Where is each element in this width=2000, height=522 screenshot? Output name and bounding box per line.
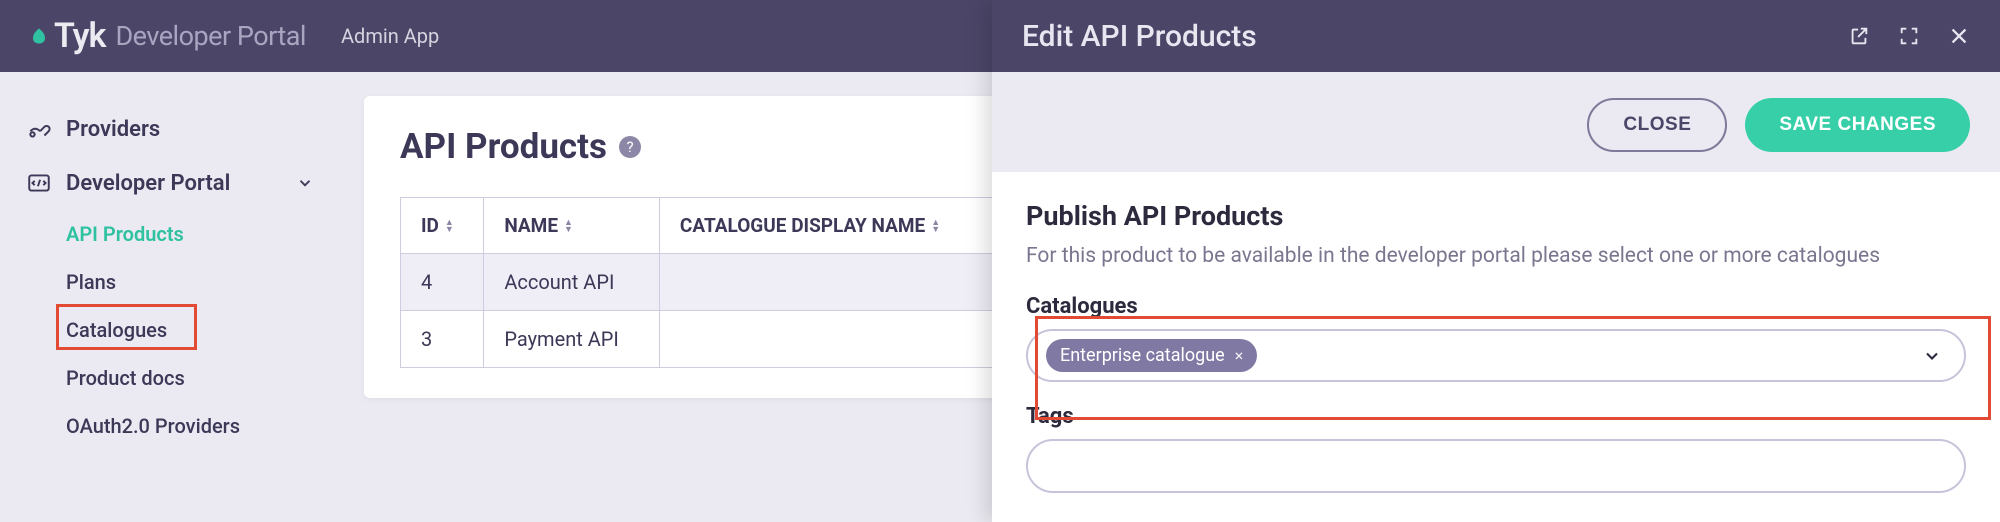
sidebar: Providers Developer Portal API Products … xyxy=(0,72,340,522)
sidebar-sub-api-products[interactable]: API Products xyxy=(0,210,340,258)
sort-icon: ▲▼ xyxy=(931,220,940,234)
cell-catalogue-display xyxy=(659,254,999,311)
chevron-down-icon[interactable] xyxy=(1922,346,1942,366)
col-id-label: ID xyxy=(421,214,439,237)
cell-name: Account API xyxy=(484,254,660,311)
sidebar-sub-plans[interactable]: Plans xyxy=(0,258,340,306)
leaf-icon xyxy=(30,27,48,45)
cell-id: 4 xyxy=(401,254,484,311)
sidebar-api-products-label: API Products xyxy=(66,222,184,246)
sidebar-developer-portal-label: Developer Portal xyxy=(66,171,230,196)
sidebar-product-docs-label: Product docs xyxy=(66,366,185,390)
col-name-label: NAME xyxy=(504,214,558,237)
close-button[interactable]: CLOSE xyxy=(1587,98,1727,152)
drawer-title: Edit API Products xyxy=(1022,19,1257,54)
page-title: API Products xyxy=(400,126,607,167)
expand-icon[interactable] xyxy=(1898,25,1920,47)
sidebar-sub-catalogues[interactable]: Catalogues xyxy=(0,306,340,354)
close-icon[interactable] xyxy=(1948,25,1970,47)
api-products-table: ID ▲▼ NAME ▲▼ CATALOGUE DISPLAY NAME ▲▼ 4 A… xyxy=(400,197,1000,368)
providers-icon xyxy=(26,116,52,142)
cell-catalogue-display xyxy=(659,311,999,368)
admin-app-label[interactable]: Admin App xyxy=(341,24,439,48)
sidebar-providers-label: Providers xyxy=(66,117,160,142)
sidebar-item-developer-portal[interactable]: Developer Portal xyxy=(0,156,340,210)
drawer-header: Edit API Products xyxy=(992,0,2000,72)
brand-logo[interactable]: Tyk Developer Portal xyxy=(30,16,306,56)
sidebar-plans-label: Plans xyxy=(66,270,116,294)
edit-drawer: Edit API Products CLOSE SAVE CHANGES Pub… xyxy=(992,0,2000,522)
sidebar-oauth-label: OAuth2.0 Providers xyxy=(66,414,240,438)
publish-section-title: Publish API Products xyxy=(1026,200,1966,232)
brand-main: Tyk xyxy=(54,16,105,56)
col-catdisp-label: CATALOGUE DISPLAY NAME xyxy=(680,214,925,237)
catalogue-chip: Enterprise catalogue × xyxy=(1046,339,1257,372)
col-header-catalogue-display[interactable]: CATALOGUE DISPLAY NAME ▲▼ xyxy=(659,198,999,254)
help-icon[interactable]: ? xyxy=(619,136,641,158)
sort-icon: ▲▼ xyxy=(445,220,454,234)
table-row[interactable]: 4 Account API xyxy=(401,254,1000,311)
chip-remove-icon[interactable]: × xyxy=(1235,346,1244,365)
cell-name: Payment API xyxy=(484,311,660,368)
save-changes-button[interactable]: SAVE CHANGES xyxy=(1745,98,1970,152)
brand-sub: Developer Portal xyxy=(115,20,306,52)
col-header-id[interactable]: ID ▲▼ xyxy=(401,198,484,254)
sidebar-item-providers[interactable]: Providers xyxy=(0,102,340,156)
developer-portal-icon xyxy=(26,170,52,196)
drawer-body: Publish API Products For this product to… xyxy=(992,172,2000,522)
col-header-name[interactable]: NAME ▲▼ xyxy=(484,198,660,254)
catalogues-multiselect[interactable]: Enterprise catalogue × xyxy=(1026,329,1966,382)
tags-label: Tags xyxy=(1026,404,1966,429)
chevron-down-icon xyxy=(296,174,314,192)
sidebar-catalogues-label: Catalogues xyxy=(66,318,167,342)
catalogues-label: Catalogues xyxy=(1026,294,1966,319)
publish-section-desc: For this product to be available in the … xyxy=(1026,244,1966,268)
table-row[interactable]: 3 Payment API xyxy=(401,311,1000,368)
cell-id: 3 xyxy=(401,311,484,368)
sidebar-sub-product-docs[interactable]: Product docs xyxy=(0,354,340,402)
drawer-actions: CLOSE SAVE CHANGES xyxy=(992,72,2000,172)
open-new-window-icon[interactable] xyxy=(1848,25,1870,47)
catalogue-chip-label: Enterprise catalogue xyxy=(1060,345,1225,366)
tags-input[interactable] xyxy=(1026,439,1966,493)
sidebar-sub-oauth-providers[interactable]: OAuth2.0 Providers xyxy=(0,402,340,450)
sort-icon: ▲▼ xyxy=(564,220,573,234)
